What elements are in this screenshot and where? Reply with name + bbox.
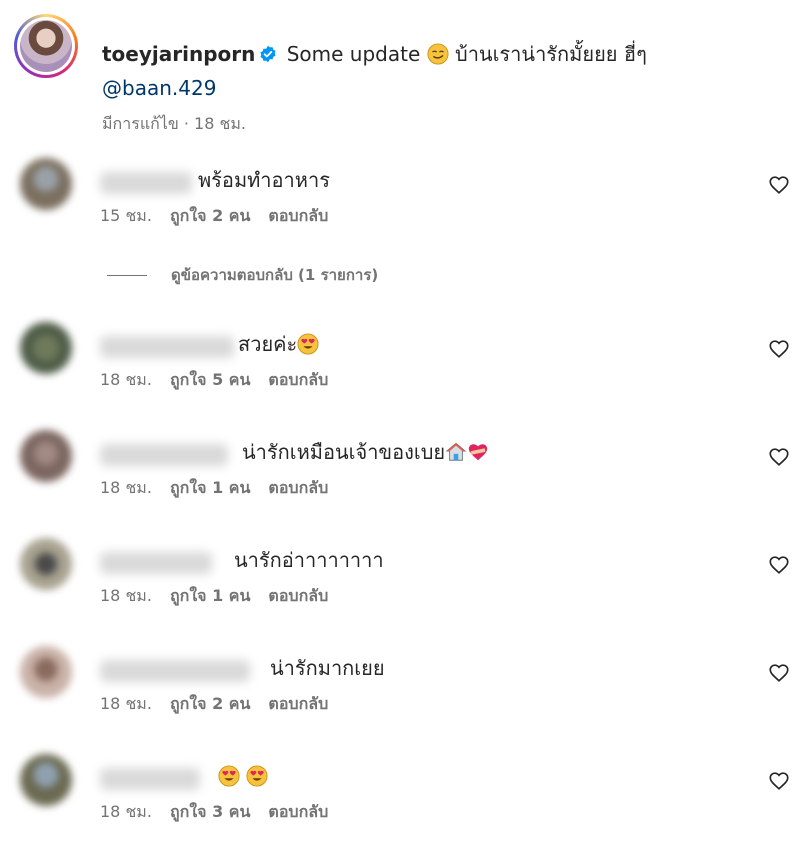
heart-outline-icon[interactable] [768, 174, 790, 196]
caption-text-after: บ้านเราน่ารักมั้ยยย ฮี่ๆ [455, 42, 647, 66]
reply-button[interactable]: ตอบกลับ [268, 370, 328, 389]
comment-avatar[interactable] [20, 430, 72, 482]
comment-avatar[interactable] [20, 646, 72, 698]
comment-username-blurred[interactable] [100, 172, 192, 194]
heart-eyes-emoji-icon [218, 765, 240, 787]
comment-text [218, 760, 268, 792]
comment-username-blurred[interactable] [100, 660, 250, 682]
comment-avatar[interactable] [20, 158, 72, 210]
comment-text: น่ารักมากเยย [270, 656, 385, 680]
caption-line: toeyjarinporn Some update บ้านเราน่ารักม… [102, 40, 647, 68]
comment-item: น่ารักเหมือนเจ้าของเบย 18 ชม. ถูกใจ 1 คน ต… [20, 430, 790, 520]
heart-outline-icon[interactable] [768, 338, 790, 360]
comment-likes[interactable]: ถูกใจ 2 คน [170, 206, 250, 225]
comment-username-blurred[interactable] [100, 768, 200, 790]
comment-meta: 15 ชม. ถูกใจ 2 คน ตอบกลับ [100, 204, 346, 229]
avatar [20, 20, 72, 72]
comment-meta: 18 ชม. ถูกใจ 3 คน ตอบกลับ [100, 800, 346, 825]
comment-time: 15 ชม. [100, 206, 152, 225]
comment-likes[interactable]: ถูกใจ 1 คน [170, 478, 250, 497]
caption-text-before: Some update [286, 42, 421, 66]
smirk-emoji-icon [427, 43, 449, 65]
comment-item: พร้อมทำอาหาร 15 ชม. ถูกใจ 2 คน ตอบกลับ [20, 158, 790, 248]
reply-button[interactable]: ตอบกลับ [268, 206, 328, 225]
comment-text: พร้อมทำอาหาร [198, 168, 330, 192]
heart-outline-icon[interactable] [768, 554, 790, 576]
post-caption: toeyjarinporn Some update บ้านเราน่ารักม… [14, 14, 786, 134]
comment-meta: 18 ชม. ถูกใจ 2 คน ตอบกลับ [100, 692, 346, 717]
comment-likes[interactable]: ถูกใจ 3 คน [170, 802, 250, 821]
heart-outline-icon[interactable] [768, 770, 790, 792]
view-replies-label: ดูข้อความตอบกลับ (1 รายการ) [171, 266, 379, 284]
heart-eyes-emoji-icon [297, 333, 319, 355]
caption-meta: มีการแก้ไข · 18 ชม. [102, 114, 246, 133]
comment-meta: 18 ชม. ถูกใจ 1 คน ตอบกลับ [100, 584, 346, 609]
comment-username-blurred[interactable] [100, 444, 228, 466]
comment-item: นารักอ่าาาาาาาา 18 ชม. ถูกใจ 1 คน ตอบกลับ [20, 538, 790, 628]
comment-avatar[interactable] [20, 538, 72, 590]
avatar-frame [17, 17, 75, 75]
comment-item: สวยค่ะ 18 ชม. ถูกใจ 5 คน ตอบกลับ [20, 322, 790, 412]
view-replies-button[interactable]: ดูข้อความตอบกลับ (1 รายการ) [107, 263, 378, 287]
comment-username-blurred[interactable] [100, 336, 234, 358]
comment-avatar[interactable] [20, 754, 72, 806]
reply-button[interactable]: ตอบกลับ [268, 802, 328, 821]
heart-eyes-emoji-icon [246, 765, 268, 787]
comment-likes[interactable]: ถูกใจ 2 คน [170, 694, 250, 713]
comment-text: น่ารักเหมือนเจ้าของเบย [242, 436, 489, 468]
comment-likes[interactable]: ถูกใจ 5 คน [170, 370, 250, 389]
heart-outline-icon[interactable] [768, 446, 790, 468]
verified-badge-icon [260, 45, 276, 63]
comment-time: 18 ชม. [100, 802, 152, 821]
heart-outline-icon[interactable] [768, 662, 790, 684]
reply-button[interactable]: ตอบกลับ [268, 586, 328, 605]
comment-text: สวยค่ะ [238, 328, 319, 360]
reply-button[interactable]: ตอบกลับ [268, 694, 328, 713]
comment-likes[interactable]: ถูกใจ 1 คน [170, 586, 250, 605]
caption-username[interactable]: toeyjarinporn [102, 42, 255, 66]
comment-meta: 18 ชม. ถูกใจ 5 คน ตอบกลับ [100, 368, 346, 393]
comment-item: น่ารักมากเยย 18 ชม. ถูกใจ 2 คน ตอบกลับ [20, 646, 790, 736]
caption-mention-link[interactable]: @baan.429 [102, 74, 216, 102]
comment-time: 18 ชม. [100, 586, 152, 605]
reply-button[interactable]: ตอบกลับ [268, 478, 328, 497]
comment-time: 18 ชม. [100, 478, 152, 497]
comment-time: 18 ชม. [100, 694, 152, 713]
comment-time: 18 ชม. [100, 370, 152, 389]
comment-meta: 18 ชม. ถูกใจ 1 คน ตอบกลับ [100, 476, 346, 501]
house-emoji-icon [445, 442, 467, 461]
replies-divider [107, 275, 147, 276]
story-ring-avatar[interactable] [14, 14, 78, 78]
comment-text: นารักอ่าาาาาาาา [234, 548, 384, 572]
comment-username-blurred[interactable] [100, 552, 212, 574]
comment-avatar[interactable] [20, 322, 72, 374]
comment-item: 18 ชม. ถูกใจ 3 คน ตอบกลับ [20, 754, 790, 844]
mending-heart-emoji-icon [468, 444, 488, 461]
